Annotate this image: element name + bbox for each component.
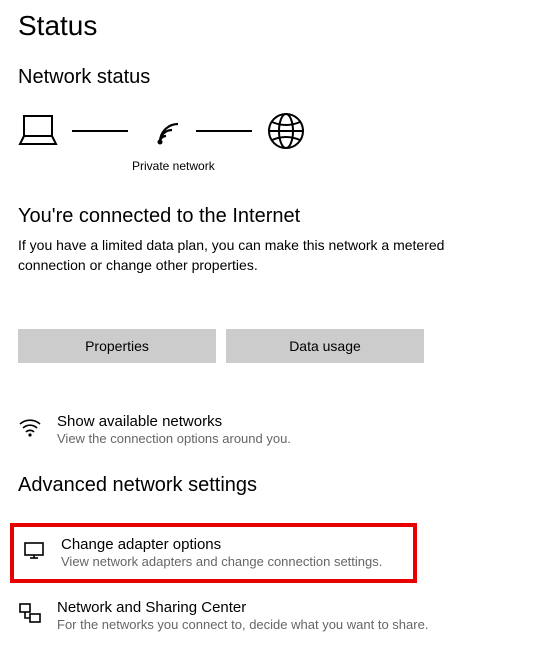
adapter-icon xyxy=(22,538,46,562)
show-available-networks-item[interactable]: Show available networks View the connect… xyxy=(18,413,537,446)
data-usage-button[interactable]: Data usage xyxy=(226,329,424,363)
network-diagram xyxy=(18,111,537,151)
item-title: Change adapter options xyxy=(61,536,382,553)
page-title: Status xyxy=(18,10,537,42)
globe-icon xyxy=(266,111,306,151)
diagram-line xyxy=(196,130,252,132)
button-row: Properties Data usage xyxy=(18,329,537,363)
diagram-line xyxy=(72,130,128,132)
highlight-box: Change adapter options View network adap… xyxy=(10,523,417,583)
item-sub: View the connection options around you. xyxy=(57,431,291,446)
properties-button[interactable]: Properties xyxy=(18,329,216,363)
sharing-icon xyxy=(18,601,42,625)
wifi-icon xyxy=(142,114,182,148)
advanced-settings-heading: Advanced network settings xyxy=(18,474,537,497)
network-type-label: Private network xyxy=(132,159,537,173)
wifi-small-icon xyxy=(18,415,42,439)
computer-icon xyxy=(18,114,58,148)
item-title: Network and Sharing Center xyxy=(57,599,428,616)
item-title: Show available networks xyxy=(57,413,291,430)
network-status-heading: Network status xyxy=(18,66,537,89)
connected-heading: You're connected to the Internet xyxy=(18,205,537,228)
change-adapter-item[interactable]: Change adapter options View network adap… xyxy=(22,536,405,569)
connected-description: If you have a limited data plan, you can… xyxy=(18,236,448,275)
item-sub: View network adapters and change connect… xyxy=(61,554,382,569)
network-sharing-item[interactable]: Network and Sharing Center For the netwo… xyxy=(18,599,537,632)
item-sub: For the networks you connect to, decide … xyxy=(57,617,428,632)
